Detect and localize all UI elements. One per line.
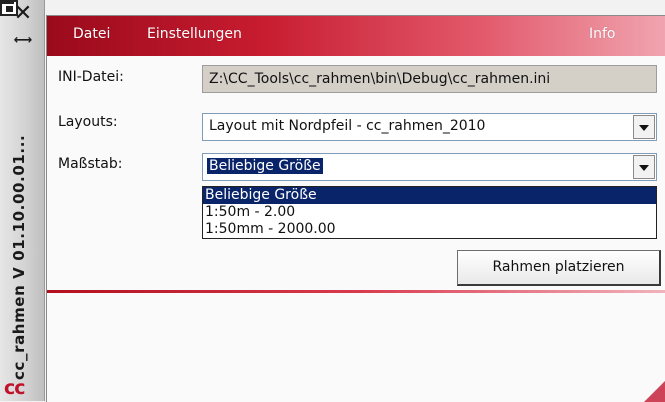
place-frame-button[interactable]: Rahmen platzieren — [457, 250, 661, 286]
chevron-down-icon[interactable] — [633, 115, 655, 139]
cc-logo: cc — [4, 377, 26, 399]
ini-file-field: Z:\CC_Tools\cc_rahmen\bin\Debug\cc_rahme… — [202, 65, 657, 93]
layouts-combobox[interactable]: Layout mit Nordpfeil - cc_rahmen_2010 — [202, 113, 657, 141]
layouts-value: Layout mit Nordpfeil - cc_rahmen_2010 — [209, 118, 486, 134]
palette-titlebar: ✕ ⟷ cc_rahmen V 01.10.00.01... cc — [0, 0, 45, 401]
scale-dropdown-list[interactable]: Beliebige Größe 1:50m - 2.00 1:50mm - 20… — [202, 186, 657, 239]
menu-info[interactable]: Info — [589, 26, 616, 42]
scale-label: Maßstab: — [58, 156, 123, 172]
scale-combobox[interactable]: Beliebige Größe — [202, 153, 657, 181]
menu-bar: Datei Einstellungen Info — [47, 16, 665, 56]
main-panel: Datei Einstellungen Info INI-Datei: Z:\C… — [46, 15, 665, 402]
ini-file-label: INI-Datei: — [58, 69, 124, 85]
auto-hide-icon[interactable]: ⟷ — [6, 33, 40, 48]
menu-einstellungen[interactable]: Einstellungen — [147, 26, 242, 42]
dropdown-option[interactable]: Beliebige Größe — [203, 187, 656, 204]
palette-title: cc_rahmen V 01.10.00.01... — [10, 134, 28, 380]
menu-datei[interactable]: Datei — [73, 26, 110, 42]
divider — [47, 290, 665, 293]
dropdown-option[interactable]: 1:50m - 2.00 — [203, 204, 656, 221]
layouts-label: Layouts: — [58, 114, 118, 130]
dropdown-option[interactable]: 1:50mm - 2000.00 — [203, 221, 656, 238]
chevron-down-icon[interactable] — [633, 155, 655, 179]
scale-value: Beliebige Größe — [207, 158, 323, 174]
